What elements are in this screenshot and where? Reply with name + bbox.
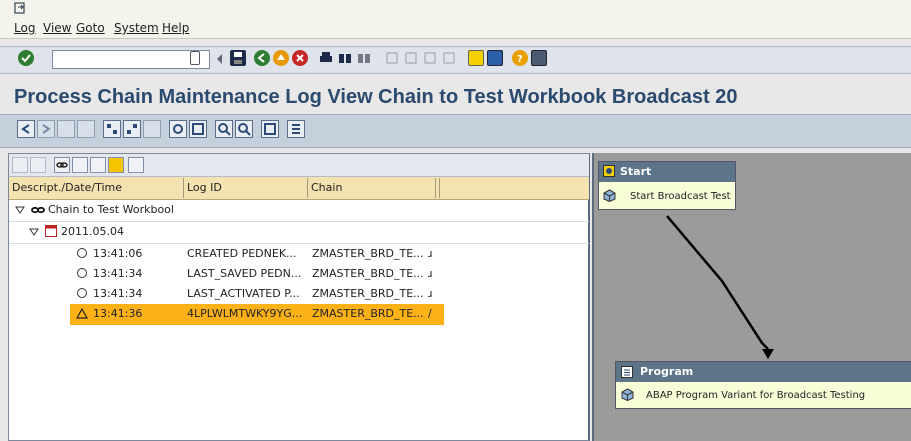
menu-goto[interactable]: Goto: [76, 21, 105, 35]
menu-view[interactable]: View: [43, 21, 71, 35]
export-icon[interactable]: [128, 157, 144, 173]
table-row[interactable]: 13:41:06 CREATED PEDNEK... ZMASTER_BRD_T…: [9, 244, 589, 265]
expand-toggle-icon[interactable]: [29, 227, 39, 237]
program-icon: [621, 366, 633, 378]
row-log-id: LAST_ACTIVATED P...: [187, 287, 300, 300]
tree-node-label: Chain to Test Workbool: [48, 203, 174, 216]
create-session-icon[interactable]: [468, 50, 484, 66]
start-icon: [603, 165, 615, 177]
clock-icon: [77, 248, 87, 258]
row-chain: ZMASTER_BRD_TE...: [312, 247, 424, 260]
status-icon[interactable]: [108, 157, 124, 173]
process-chain-icon[interactable]: [72, 157, 88, 173]
program-node-body: ABAP Program Variant for Broadcast Testi…: [616, 382, 911, 408]
navigate-forward-icon[interactable]: [37, 120, 55, 138]
layout-menu-icon[interactable]: [531, 50, 547, 66]
print-icon[interactable]: [318, 50, 334, 66]
find-icon[interactable]: [337, 50, 353, 66]
row-log-id: 4LPLWLMTWKY9YG...: [187, 307, 303, 320]
row-extra: ɹ: [428, 267, 433, 280]
sort-icon[interactable]: [30, 157, 46, 173]
calendar-icon: [45, 225, 57, 237]
last-page-icon[interactable]: [441, 50, 457, 66]
menu-help[interactable]: Help: [162, 21, 189, 35]
command-history-dropdown-icon[interactable]: [190, 51, 200, 65]
row-log-id: LAST_SAVED PEDN...: [187, 267, 302, 280]
start-node-body: Start Broadcast Test: [599, 182, 735, 209]
back-icon[interactable]: [254, 50, 270, 66]
program-node[interactable]: Program ABAP Program Variant for Broadca…: [615, 361, 911, 409]
column-divider: [307, 178, 308, 198]
expand-toggle-icon[interactable]: [15, 205, 25, 215]
row-time: 13:41:34: [93, 287, 143, 300]
start-node[interactable]: Start Start Broadcast Test: [598, 161, 736, 210]
tree-node-date[interactable]: 2011.05.04: [9, 222, 589, 243]
row-extra: /: [428, 307, 432, 320]
chain-link-icon[interactable]: [54, 157, 70, 173]
collapse-all-icon[interactable]: [123, 120, 141, 138]
chain-link-icon: [31, 206, 45, 214]
previous-page-icon[interactable]: [403, 50, 419, 66]
row-chain: ZMASTER_BRD_TE...: [312, 267, 424, 280]
menu-log[interactable]: Log: [14, 21, 35, 35]
display-icon[interactable]: [57, 120, 75, 138]
exit-icon[interactable]: [273, 50, 289, 66]
save-icon[interactable]: [230, 50, 246, 66]
expand-all-icon[interactable]: [103, 120, 121, 138]
menu-system[interactable]: System: [114, 21, 159, 35]
row-chain: ZMASTER_BRD_TE...: [312, 287, 424, 300]
table-row[interactable]: 13:41:34 LAST_ACTIVATED P... ZMASTER_BRD…: [9, 284, 589, 305]
page-title: Process Chain Maintenance Log View Chain…: [14, 86, 738, 108]
print-graph-icon[interactable]: [261, 120, 279, 138]
triangle-left-icon[interactable]: [212, 51, 228, 67]
cube-icon: [621, 388, 634, 401]
cube-icon: [603, 189, 616, 202]
program-node-header: Program: [616, 362, 911, 382]
find-next-icon[interactable]: [356, 50, 372, 66]
layout-switch-icon[interactable]: [189, 120, 207, 138]
row-time: 13:41:36: [93, 307, 143, 320]
column-header-log-id[interactable]: Log ID: [187, 181, 222, 194]
zoom-out-icon[interactable]: [235, 120, 253, 138]
row-chain: ZMASTER_BRD_TE...: [312, 307, 424, 320]
next-page-icon[interactable]: [422, 50, 438, 66]
column-divider: [183, 178, 184, 198]
menu-bar: Log View Goto System Help: [0, 0, 911, 39]
table-row-selected[interactable]: 13:41:36 4LPLWLMTWKY9YG... ZMASTER_BRD_T…: [70, 304, 444, 325]
table-row[interactable]: 13:41:34 LAST_SAVED PEDN... ZMASTER_BRD_…: [9, 264, 589, 285]
row-extra: ɹ: [428, 247, 433, 260]
legend-icon[interactable]: [287, 120, 305, 138]
start-node-header: Start: [599, 162, 735, 182]
refresh-icon[interactable]: [169, 120, 187, 138]
clock-icon: [77, 268, 87, 278]
row-log-id: CREATED PEDNEK...: [187, 247, 297, 260]
clock-icon: [77, 288, 87, 298]
details-icon[interactable]: [77, 120, 95, 138]
first-page-icon[interactable]: [384, 50, 400, 66]
zoom-in-icon[interactable]: [215, 120, 233, 138]
transport-icon[interactable]: [143, 120, 161, 138]
command-field[interactable]: [52, 50, 210, 69]
column-divider: [435, 178, 436, 198]
target-icon[interactable]: [90, 157, 106, 173]
tree-node-label: 2011.05.04: [61, 225, 124, 238]
row-time: 13:41:06: [93, 247, 143, 260]
row-extra: ɹ: [428, 287, 433, 300]
cancel-icon[interactable]: [292, 50, 308, 66]
filter-icon[interactable]: [12, 157, 28, 173]
enter-check-icon[interactable]: [18, 50, 34, 66]
help-icon[interactable]: ?: [512, 50, 528, 66]
warning-triangle-icon: [76, 308, 88, 319]
column-divider: [439, 178, 440, 198]
column-header-chain[interactable]: Chain: [311, 181, 342, 194]
svg-text:?: ?: [517, 54, 523, 65]
column-header-description[interactable]: Descript./Date/Time: [12, 181, 122, 194]
tree-node-chain[interactable]: Chain to Test Workbool: [9, 200, 589, 221]
shortcut-icon[interactable]: [487, 50, 503, 66]
menu-icon[interactable]: [14, 2, 26, 14]
row-time: 13:41:34: [93, 267, 143, 280]
navigate-back-icon[interactable]: [17, 120, 35, 138]
